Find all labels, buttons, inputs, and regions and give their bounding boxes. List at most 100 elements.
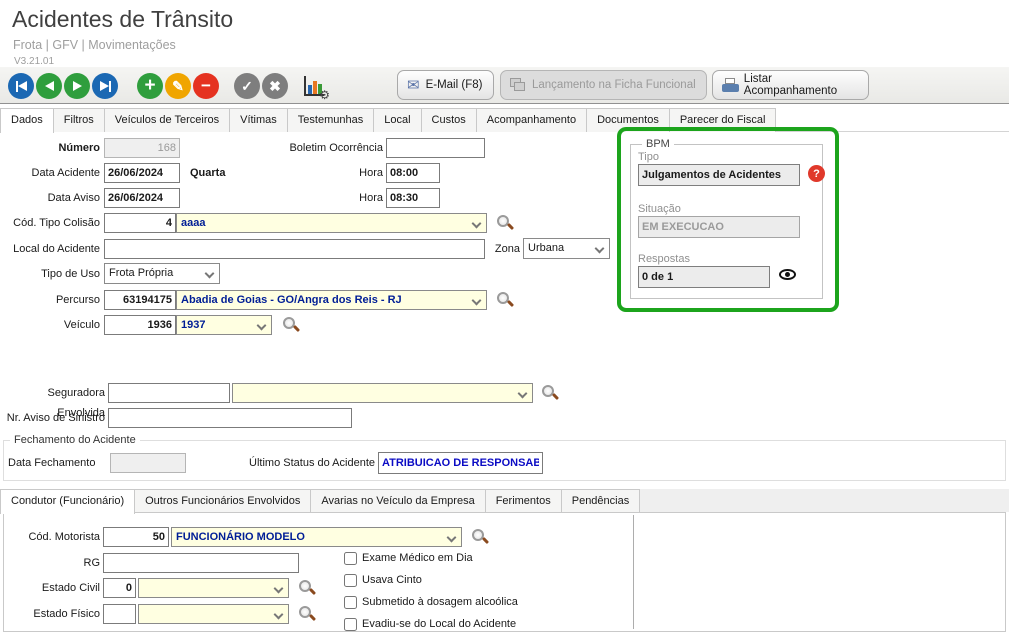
ultimo-status-field: [378, 452, 543, 474]
ultimo-status-label: Último Status do Acidente: [230, 453, 375, 473]
estado-fisico-search-icon[interactable]: [298, 605, 316, 623]
estado-fisico-code-field[interactable]: [103, 604, 136, 624]
tab-dados[interactable]: Dados: [0, 108, 54, 133]
tab-filtros[interactable]: Filtros: [53, 108, 105, 132]
checkbox-evadiu-local[interactable]: Evadiu-se do Local do Acidente: [344, 616, 516, 632]
tab-testemunhas[interactable]: Testemunhas: [287, 108, 374, 132]
listar-acompanhamento-button[interactable]: Listar Acompanhamento: [712, 70, 869, 100]
numero-label: Número: [0, 138, 100, 158]
seguradora-search-icon[interactable]: [541, 384, 559, 402]
previous-record-button[interactable]: [36, 73, 62, 99]
checkbox-usava-cinto[interactable]: Usava Cinto: [344, 572, 422, 588]
next-icon: [73, 81, 82, 91]
next-record-button[interactable]: [64, 73, 90, 99]
data-acidente-field[interactable]: [104, 163, 180, 183]
estado-civil-combo[interactable]: [138, 578, 289, 598]
sub-tab-strip: Condutor (Funcionário) Outros Funcionári…: [0, 489, 1009, 512]
edit-button[interactable]: ✎: [165, 73, 191, 99]
checkbox-label: Evadiu-se do Local do Acidente: [362, 618, 516, 630]
subtab-pendencias[interactable]: Pendências: [561, 489, 641, 512]
exame-medico-checkbox[interactable]: [344, 552, 357, 565]
numero-field: [104, 138, 180, 158]
dosagem-alcoolica-checkbox[interactable]: [344, 596, 357, 609]
tab-veiculos-terceiros[interactable]: Veículos de Terceiros: [104, 108, 230, 132]
rg-label: RG: [0, 553, 100, 573]
tipo-uso-label: Tipo de Uso: [0, 264, 100, 284]
previous-icon: [45, 81, 54, 91]
usava-cinto-checkbox[interactable]: [344, 574, 357, 587]
printer-icon: [722, 78, 738, 92]
boletim-label: Boletim Ocorrência: [270, 138, 383, 158]
motorista-combo[interactable]: FUNCIONÁRIO MODELO: [171, 527, 462, 547]
seguradora-label: Seguradora Envolvida: [0, 383, 105, 403]
fechamento-legend: Fechamento do Acidente: [10, 434, 140, 446]
envelope-icon: ✉: [407, 78, 420, 93]
tab-local[interactable]: Local: [373, 108, 421, 132]
zona-select[interactable]: Urbana: [523, 238, 610, 259]
motorista-search-icon[interactable]: [471, 528, 489, 546]
seguradora-code-field[interactable]: [108, 383, 230, 403]
first-record-button[interactable]: [8, 73, 34, 99]
rg-field[interactable]: [103, 553, 299, 573]
estado-civil-search-icon[interactable]: [298, 579, 316, 597]
confirm-button[interactable]: ✓: [234, 73, 260, 99]
percurso-search-icon[interactable]: [496, 291, 514, 309]
hora-acidente-label: Hora: [300, 163, 383, 183]
veiculo-combo[interactable]: 1937: [176, 315, 272, 335]
tipo-colisao-code-field[interactable]: [104, 213, 176, 233]
hora-aviso-field[interactable]: [386, 188, 440, 208]
tipo-uso-select[interactable]: Frota Própria: [104, 263, 220, 284]
email-button[interactable]: ✉ E-Mail (F8): [397, 70, 494, 100]
estado-civil-code-field[interactable]: [103, 578, 136, 598]
tab-acompanhamento[interactable]: Acompanhamento: [476, 108, 587, 132]
checkbox-exame-medico[interactable]: Exame Médico em Dia: [344, 550, 473, 566]
local-acidente-field[interactable]: [104, 239, 485, 259]
tipo-colisao-search-icon[interactable]: [496, 214, 514, 232]
version-label: V3.21.01: [14, 56, 54, 67]
breadcrumb: Frota | GFV | Movimentações: [13, 38, 176, 52]
percurso-code-field[interactable]: [104, 290, 176, 310]
subtab-avarias[interactable]: Avarias no Veículo da Empresa: [310, 489, 485, 512]
checkbox-dosagem-alcoolica[interactable]: Submetido à dosagem alcoólica: [344, 594, 518, 610]
percurso-combo[interactable]: Abadia de Goias - GO/Angra dos Reis - RJ: [176, 290, 487, 310]
seguradora-combo[interactable]: [232, 383, 533, 403]
delete-button[interactable]: −: [193, 73, 219, 99]
data-fechamento-field: [110, 453, 186, 473]
motorista-code-field[interactable]: [103, 527, 169, 547]
aviso-sinistro-field[interactable]: [108, 408, 352, 428]
main-tab-strip: Dados Filtros Veículos de Terceiros Víti…: [0, 108, 1009, 132]
boletim-field[interactable]: [386, 138, 485, 158]
bpm-tipo-field: [638, 164, 800, 186]
page-title: Acidentes de Trânsito: [12, 6, 233, 33]
copy-stack-icon: [510, 78, 526, 92]
cancel-button[interactable]: ✖: [262, 73, 288, 99]
hora-acidente-field[interactable]: [386, 163, 440, 183]
data-fechamento-label: Data Fechamento: [8, 453, 103, 473]
help-icon[interactable]: ?: [808, 165, 825, 182]
tipo-colisao-combo[interactable]: aaaa: [176, 213, 487, 233]
last-record-button[interactable]: [92, 73, 118, 99]
estado-fisico-label: Estado Físico: [0, 604, 100, 624]
tab-vitimas[interactable]: Vítimas: [229, 108, 288, 132]
bpm-respostas-label: Respostas: [638, 253, 690, 265]
checkbox-label: Usava Cinto: [362, 574, 422, 586]
panel-divider: [633, 515, 634, 629]
data-aviso-field[interactable]: [104, 188, 180, 208]
estado-fisico-combo[interactable]: [138, 604, 289, 624]
subtab-ferimentos[interactable]: Ferimentos: [485, 489, 562, 512]
ficha-button-label: Lançamento na Ficha Funcional: [532, 79, 696, 91]
veiculo-label: Veículo: [0, 315, 100, 335]
accident-window: Acidentes de Trânsito Frota | GFV | Movi…: [0, 0, 1009, 634]
veiculo-search-icon[interactable]: [282, 316, 300, 334]
chart-settings-icon[interactable]: ⚙: [302, 73, 328, 99]
subtab-outros-funcionarios[interactable]: Outros Funcionários Envolvidos: [134, 489, 311, 512]
bpm-legend: BPM: [642, 138, 674, 150]
local-acidente-label: Local do Acidente: [0, 239, 100, 259]
veiculo-code-field[interactable]: [104, 315, 176, 335]
estado-civil-label: Estado Civil: [0, 578, 100, 598]
subtab-condutor[interactable]: Condutor (Funcionário): [0, 489, 135, 514]
eye-icon[interactable]: [779, 269, 796, 280]
add-button[interactable]: +: [137, 73, 163, 99]
tab-custos[interactable]: Custos: [421, 108, 477, 132]
evadiu-local-checkbox[interactable]: [344, 618, 357, 631]
